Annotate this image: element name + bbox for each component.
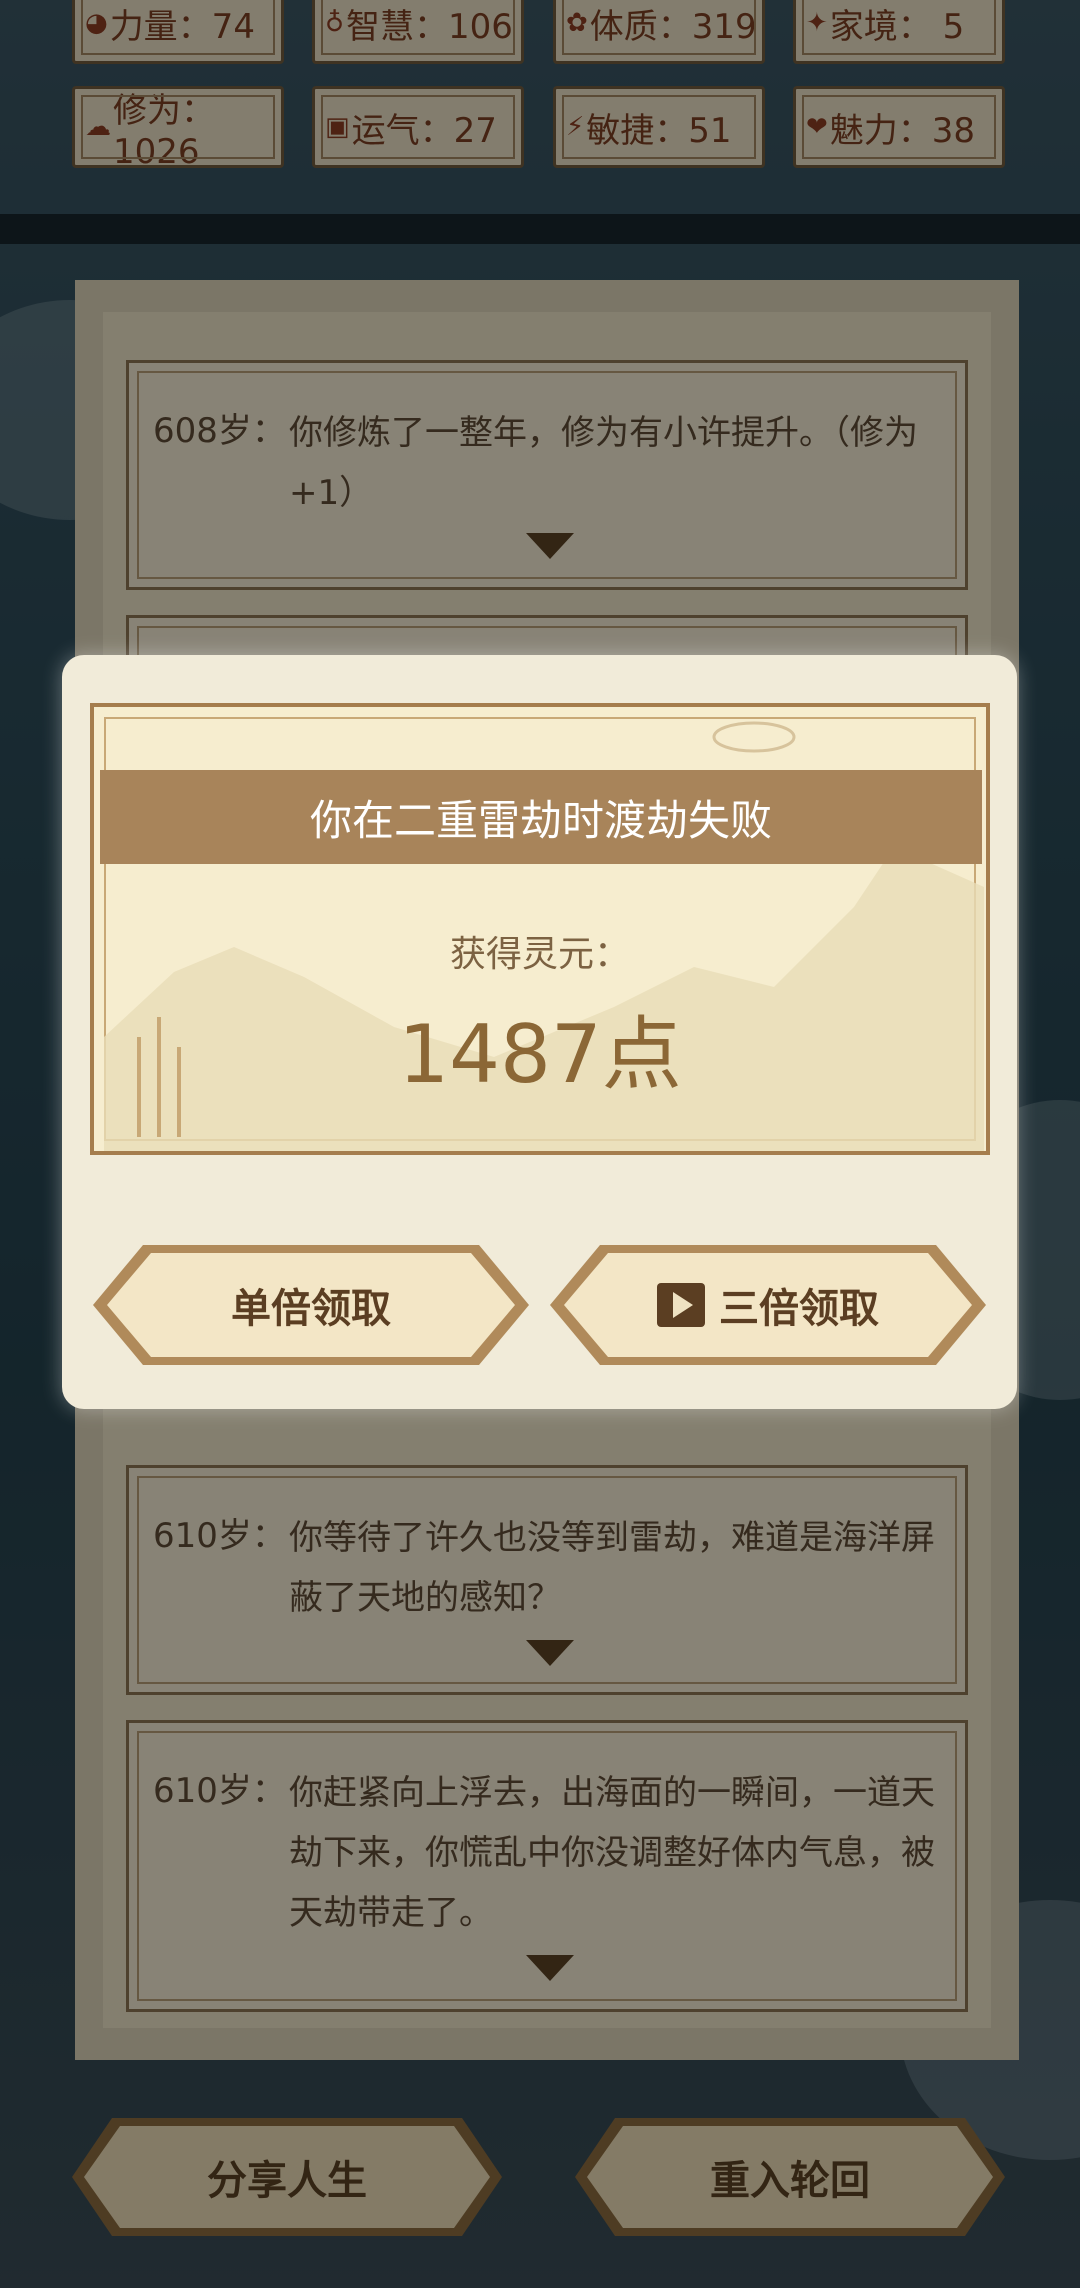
triple-claim-button[interactable]: 三倍领取: [550, 1245, 986, 1365]
reward-label: 获得灵元：: [449, 934, 630, 975]
reward-value: 1487点: [398, 1008, 682, 1101]
dialog-title: 你在二重雷劫时渡劫失败: [100, 770, 982, 864]
single-claim-button[interactable]: 单倍领取: [93, 1245, 529, 1365]
video-play-icon: [657, 1283, 705, 1327]
